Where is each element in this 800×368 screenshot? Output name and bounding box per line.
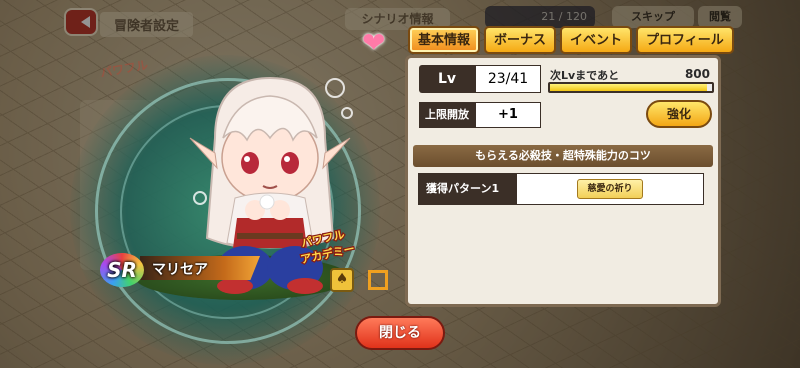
next-level-value: 800 (684, 67, 710, 81)
limit-break-label: 上限開放 (419, 102, 475, 128)
brand-logo: パワフル アカデミー (298, 227, 357, 266)
pattern-label: 獲得パターン1 (418, 173, 516, 205)
info-tabs: 基本情報 ボーナス イベント プロフィール (408, 26, 734, 54)
close-button[interactable]: 閉じる (355, 316, 445, 350)
skill-chip[interactable]: 慈愛の祈り (577, 179, 643, 199)
character-name: マリセア (152, 262, 208, 278)
tab-bonus[interactable]: ボーナス (484, 26, 557, 54)
exp-progress-fill (550, 84, 708, 91)
tab-profile[interactable]: プロフィール (636, 26, 734, 54)
enhance-button[interactable]: 強化 (646, 100, 712, 128)
level-value: 23/41 (475, 65, 541, 93)
exp-progress-bar (548, 82, 714, 93)
limit-break-value: +1 (475, 102, 541, 128)
tab-event[interactable]: イベント (560, 26, 633, 54)
fullscreen-icon[interactable] (366, 268, 390, 292)
heart-icon: ❤ (362, 26, 386, 59)
rarity-badge: SR (100, 253, 144, 287)
spade-icon[interactable]: ♠ (330, 268, 354, 292)
level-label: Lv (419, 65, 475, 93)
skills-section-title: もらえる必殺技・超特殊能力のコツ (413, 145, 713, 167)
tab-basic-info[interactable]: 基本情報 (408, 26, 481, 54)
next-level-label: 次Lvまであと (550, 69, 620, 82)
